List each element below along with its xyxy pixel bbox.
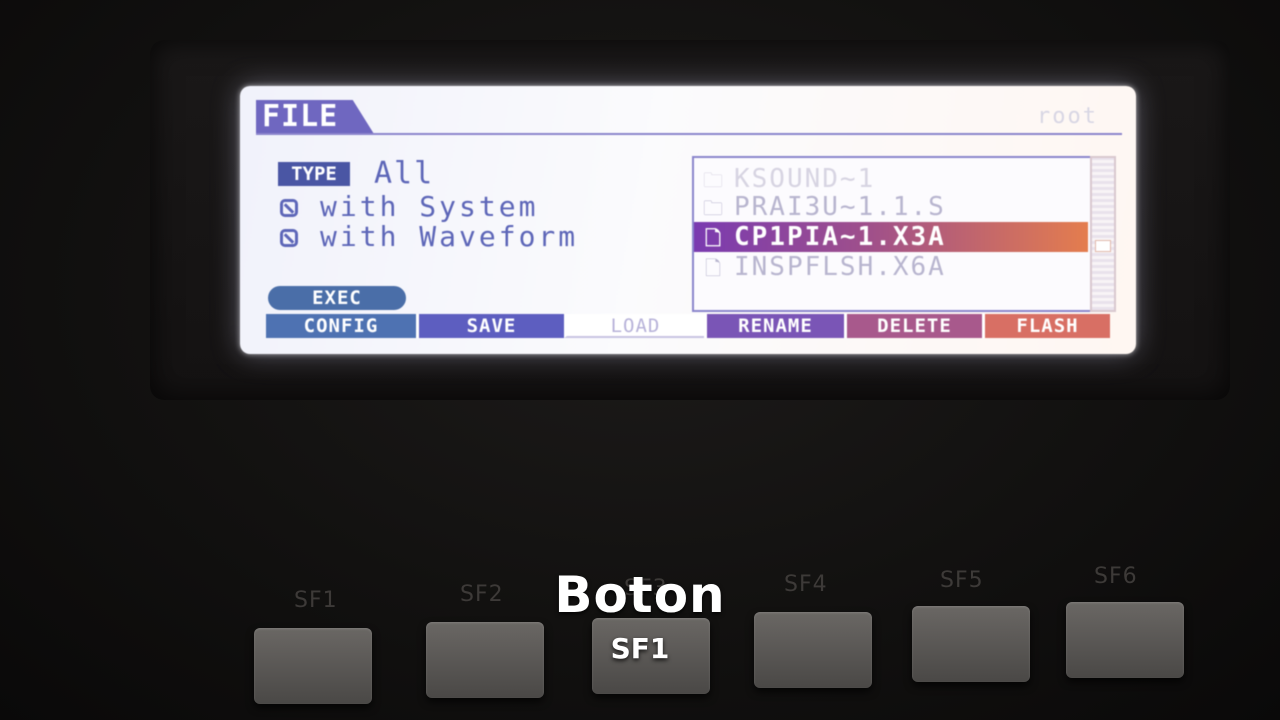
file-list[interactable]: 🗀 KSOUND~1 🗀 PRAI3U~1.1.S 🗋 CP1PIA~1.X3A 🗋 I… bbox=[692, 156, 1092, 312]
file-name: CP1PIA~1.X3A bbox=[734, 222, 946, 252]
sf5-button[interactable] bbox=[912, 606, 1030, 682]
scroll-thumb[interactable] bbox=[1095, 240, 1111, 252]
screen-title: FILE bbox=[256, 100, 374, 134]
caption-subtitle: SF1 bbox=[610, 632, 670, 665]
file-icon: 🗋 bbox=[704, 256, 724, 280]
file-icon: 🗋 bbox=[704, 226, 724, 250]
with-waveform-option[interactable]: with Waveform bbox=[280, 220, 578, 253]
file-name: KSOUND~1 bbox=[734, 164, 876, 194]
sf1-label: SF1 bbox=[294, 588, 338, 613]
softkey-save[interactable]: SAVE bbox=[416, 314, 564, 338]
lcd-screen: FILE root TYPE All with System with Wave… bbox=[240, 86, 1136, 354]
file-name: INSPFLSH.X6A bbox=[734, 252, 946, 282]
title-divider bbox=[256, 133, 1122, 135]
type-value[interactable]: All bbox=[374, 156, 434, 191]
with-system-option[interactable]: with System bbox=[280, 190, 538, 223]
file-name: PRAI3U~1.1.S bbox=[734, 192, 946, 222]
with-system-label: with System bbox=[320, 190, 539, 223]
file-item[interactable]: 🗀 KSOUND~1 bbox=[694, 164, 1088, 194]
softkey-load[interactable]: LOAD bbox=[564, 314, 704, 338]
file-item[interactable]: 🗀 PRAI3U~1.1.S bbox=[694, 192, 1088, 222]
softkey-rename[interactable]: RENAME bbox=[704, 314, 844, 338]
sf4-label: SF4 bbox=[784, 572, 828, 597]
sf6-label: SF6 bbox=[1094, 564, 1138, 589]
caption-title: Boton bbox=[554, 566, 726, 624]
checkbox-icon[interactable] bbox=[280, 199, 298, 217]
file-item[interactable]: 🗋 INSPFLSH.X6A bbox=[694, 252, 1088, 282]
checkbox-icon[interactable] bbox=[280, 229, 298, 247]
folder-icon: 🗀 bbox=[703, 168, 725, 192]
type-label: TYPE bbox=[278, 162, 350, 186]
current-path: root bbox=[1037, 104, 1098, 129]
softkey-config[interactable]: CONFIG bbox=[266, 314, 416, 338]
softkey-flash[interactable]: FLASH bbox=[982, 314, 1110, 338]
softkey-delete[interactable]: DELETE bbox=[844, 314, 982, 338]
with-waveform-label: with Waveform bbox=[320, 220, 579, 253]
file-item-selected[interactable]: 🗋 CP1PIA~1.X3A bbox=[694, 222, 1088, 252]
softkey-bar: CONFIG SAVE LOAD RENAME DELETE FLASH bbox=[266, 314, 1110, 338]
folder-icon: 🗀 bbox=[703, 196, 725, 220]
exec-button[interactable]: EXEC bbox=[268, 286, 406, 310]
sf6-button[interactable] bbox=[1066, 602, 1184, 678]
sf2-button[interactable] bbox=[426, 622, 544, 698]
file-list-scrollbar[interactable] bbox=[1090, 156, 1116, 312]
sf5-label: SF5 bbox=[940, 568, 984, 593]
sf1-button[interactable] bbox=[254, 628, 372, 704]
